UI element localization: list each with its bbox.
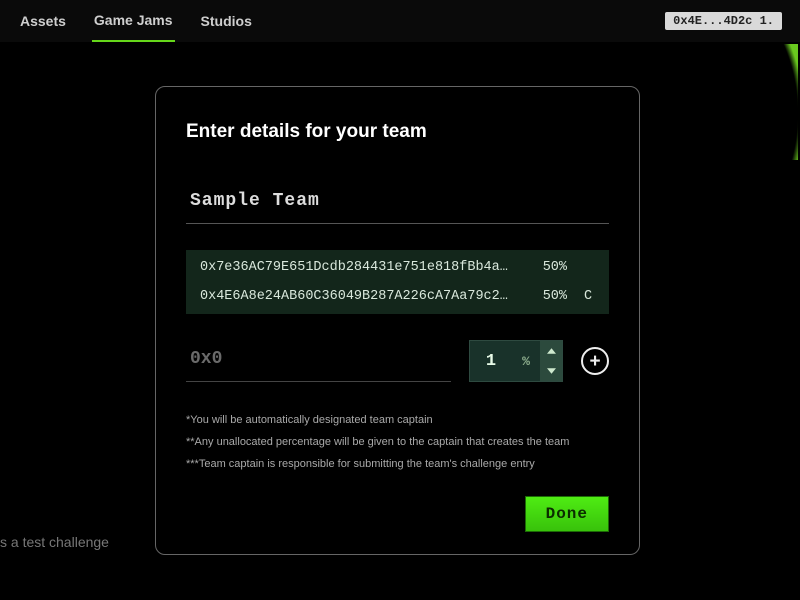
wallet-badge[interactable]: 0x4E...4D2c 1. bbox=[665, 12, 782, 30]
plus-icon: + bbox=[589, 352, 600, 371]
caret-down-icon bbox=[547, 368, 556, 374]
footnotes: *You will be automatically designated te… bbox=[186, 414, 609, 470]
input-underline bbox=[186, 381, 451, 382]
member-address: 0x4E6A8e24AB60C36049B287A226cA7Aa79c2c4D… bbox=[200, 289, 513, 304]
nav-tab-game-jams[interactable]: Game Jams bbox=[92, 0, 175, 43]
member-row: 0x4E6A8e24AB60C36049B287A226cA7Aa79c2c4D… bbox=[200, 289, 595, 304]
percent-stepper: 1 % bbox=[469, 340, 563, 382]
footnote: **Any unallocated percentage will be giv… bbox=[186, 436, 609, 448]
top-nav: Assets Game Jams Studios 0x4E...4D2c 1. bbox=[0, 0, 800, 42]
caret-up-icon bbox=[547, 348, 556, 354]
modal-title: Enter details for your team bbox=[186, 121, 609, 143]
percent-value[interactable]: 1 bbox=[470, 341, 512, 381]
footnote: ***Team captain is responsible for submi… bbox=[186, 458, 609, 470]
new-member-address-input[interactable] bbox=[186, 341, 451, 379]
member-row: 0x7e36AC79E651Dcdb284431e751e818fBb4a20F… bbox=[200, 260, 595, 275]
footnote: *You will be automatically designated te… bbox=[186, 414, 609, 426]
add-member-button[interactable]: + bbox=[581, 347, 609, 375]
member-percent: 50% bbox=[527, 289, 567, 304]
member-address: 0x7e36AC79E651Dcdb284431e751e818fBb4a20F… bbox=[200, 260, 513, 275]
team-name-field[interactable]: Sample Team bbox=[186, 191, 609, 223]
done-button[interactable]: Done bbox=[525, 496, 609, 532]
add-member-row: 1 % + bbox=[186, 340, 609, 382]
background-challenge-text: s a test challenge bbox=[0, 534, 109, 550]
nav-tab-assets[interactable]: Assets bbox=[18, 1, 68, 41]
wallet-balance: 1. bbox=[760, 14, 774, 28]
nav-tab-studios[interactable]: Studios bbox=[199, 1, 254, 41]
wallet-address-short: 0x4E...4D2c bbox=[673, 14, 752, 28]
stepper-down-button[interactable] bbox=[540, 361, 562, 381]
stepper-up-button[interactable] bbox=[540, 341, 562, 361]
percent-unit-icon: % bbox=[512, 341, 540, 381]
members-list: 0x7e36AC79E651Dcdb284431e751e818fBb4a20F… bbox=[186, 250, 609, 314]
member-percent: 50% bbox=[527, 260, 567, 275]
team-name-underline bbox=[186, 223, 609, 224]
member-captain-flag: C bbox=[581, 289, 595, 304]
team-details-modal: Enter details for your team Sample Team … bbox=[155, 86, 640, 555]
